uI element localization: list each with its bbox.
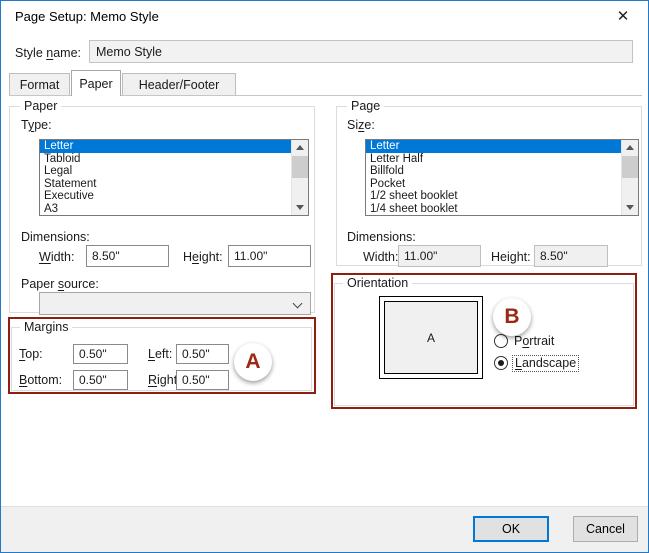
paper-type-items: Letter Tabloid Legal Statement Executive… xyxy=(40,140,291,215)
orientation-group-legend: Orientation xyxy=(343,276,412,290)
scroll-up-icon[interactable] xyxy=(292,140,308,155)
page-size-items: Letter Letter Half Billfold Pocket 1/2 s… xyxy=(366,140,621,215)
style-name-label: Style name: xyxy=(15,46,81,60)
landscape-label[interactable]: Landscape xyxy=(512,355,579,372)
list-item[interactable]: Billfold xyxy=(366,165,621,178)
ok-button[interactable]: OK xyxy=(473,516,549,542)
scroll-thumb[interactable] xyxy=(622,156,638,178)
paper-height-label: Height: xyxy=(183,250,223,264)
list-item[interactable]: Letter xyxy=(366,140,621,153)
tab-header-footer[interactable]: Header/Footer xyxy=(122,73,236,95)
paper-group-legend: Paper xyxy=(20,99,61,113)
scroll-down-icon[interactable] xyxy=(622,200,638,215)
list-item[interactable]: 1/2 sheet booklet xyxy=(366,190,621,203)
list-item[interactable]: Letter xyxy=(40,140,291,153)
scroll-thumb[interactable] xyxy=(292,156,308,178)
paper-dimensions-label: Dimensions: xyxy=(21,230,90,244)
list-item[interactable]: Pocket xyxy=(366,178,621,191)
close-icon: ✕ xyxy=(617,7,630,25)
close-button[interactable]: ✕ xyxy=(606,3,640,29)
paper-source-dropdown[interactable] xyxy=(39,292,311,315)
portrait-radio[interactable] xyxy=(494,334,508,348)
list-item[interactable]: Letter Half xyxy=(366,153,621,166)
margin-top-input[interactable] xyxy=(73,344,128,364)
margin-left-input[interactable] xyxy=(176,344,229,364)
paper-source-label: Paper source: xyxy=(21,277,99,291)
page-width-label: Width: xyxy=(363,250,398,264)
tab-format[interactable]: Format xyxy=(9,73,70,95)
page-height-label: Height: xyxy=(491,250,531,264)
list-item[interactable]: Tabloid xyxy=(40,153,291,166)
scroll-down-icon[interactable] xyxy=(292,200,308,215)
list-item[interactable]: Legal xyxy=(40,165,291,178)
margin-top-label: Top: xyxy=(19,347,43,361)
paper-width-input[interactable] xyxy=(86,245,169,267)
style-name-input[interactable] xyxy=(89,40,633,63)
margin-bottom-input[interactable] xyxy=(73,370,128,390)
title-bar: Page Setup: Memo Style ✕ xyxy=(1,1,648,32)
paper-type-label: Type: xyxy=(21,118,52,132)
dropdown-chevron-icon xyxy=(293,299,303,309)
page-width-input xyxy=(398,245,481,267)
margin-left-label: Left: xyxy=(148,347,172,361)
list-item[interactable]: Executive xyxy=(40,190,291,203)
margin-right-input[interactable] xyxy=(176,370,229,390)
margins-group-legend: Margins xyxy=(20,320,72,334)
landscape-radio[interactable] xyxy=(494,356,508,370)
callout-a-badge: A xyxy=(234,343,272,381)
paper-height-input[interactable] xyxy=(228,245,311,267)
paper-width-label: Width: xyxy=(39,250,74,264)
cancel-button[interactable]: Cancel xyxy=(573,516,638,542)
orientation-preview-page: A xyxy=(384,301,478,374)
window-title: Page Setup: Memo Style xyxy=(15,9,159,24)
scroll-up-icon[interactable] xyxy=(622,140,638,155)
list-item[interactable]: 1/4 sheet booklet xyxy=(366,203,621,216)
callout-b-badge: B xyxy=(493,298,531,336)
orientation-preview: A xyxy=(379,296,483,379)
paper-type-listbox[interactable]: Letter Tabloid Legal Statement Executive… xyxy=(39,139,309,216)
page-size-label: Size: xyxy=(347,118,375,132)
page-height-input xyxy=(534,245,608,267)
tab-paper[interactable]: Paper xyxy=(71,70,121,96)
scrollbar[interactable] xyxy=(291,140,308,215)
margin-bottom-label: Bottom: xyxy=(19,373,62,387)
list-item[interactable]: Statement xyxy=(40,178,291,191)
portrait-label[interactable]: Portrait xyxy=(514,334,554,348)
list-item[interactable]: A3 xyxy=(40,203,291,216)
page-setup-dialog: Page Setup: Memo Style ✕ Style name: For… xyxy=(0,0,649,553)
scrollbar[interactable] xyxy=(621,140,638,215)
page-dimensions-label: Dimensions: xyxy=(347,230,416,244)
page-group-legend: Page xyxy=(347,99,384,113)
page-size-listbox[interactable]: Letter Letter Half Billfold Pocket 1/2 s… xyxy=(365,139,639,216)
dialog-footer: OK Cancel xyxy=(1,506,648,552)
